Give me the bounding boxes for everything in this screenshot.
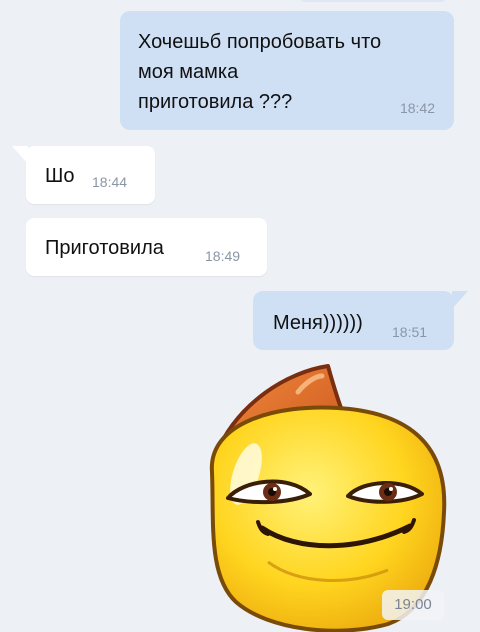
- message-time: 18:44: [92, 174, 128, 190]
- previous-message-bubble-edge: [298, 0, 448, 2]
- outgoing-message[interactable]: Хочешьб попробовать что моя мамка пригот…: [120, 11, 454, 130]
- sticker-time: 19:00: [382, 590, 444, 620]
- bubble-tail: [452, 291, 468, 309]
- message-text: Хочешьб попробовать что моя мамка пригот…: [138, 31, 382, 113]
- message-time: 18:42: [399, 100, 435, 116]
- outgoing-message[interactable]: Меня)))))) 18:51: [253, 291, 454, 350]
- incoming-message[interactable]: Шо 18:44: [26, 146, 155, 204]
- message-time: 18:49: [205, 248, 241, 264]
- message-time: 18:51: [392, 324, 428, 340]
- incoming-message[interactable]: Приготовила 18:49: [26, 218, 267, 276]
